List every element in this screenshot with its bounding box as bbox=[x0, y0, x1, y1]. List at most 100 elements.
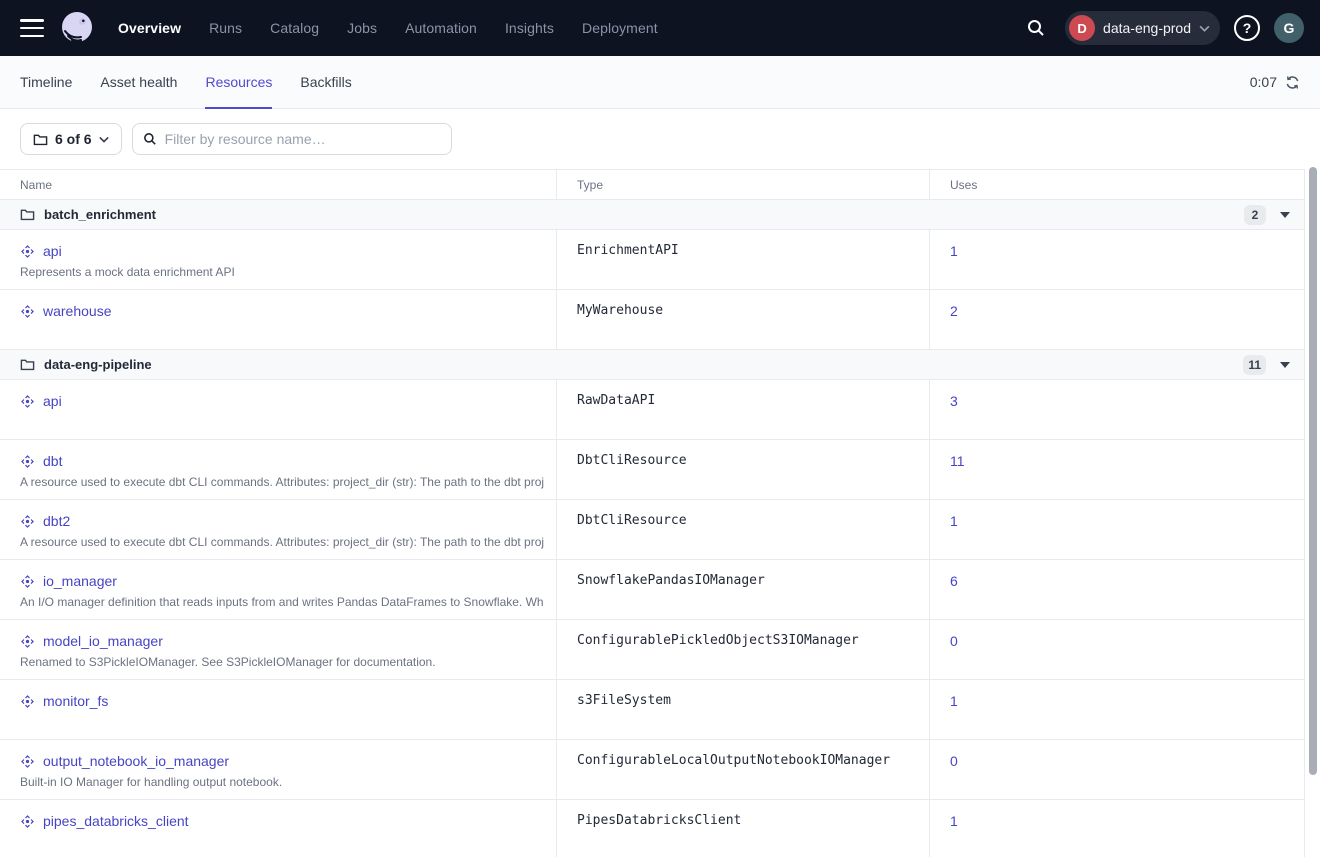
resource-name-link[interactable]: api bbox=[43, 393, 62, 409]
nav-item-catalog[interactable]: Catalog bbox=[270, 20, 319, 36]
table-row: warehouse MyWarehouse 2 bbox=[0, 290, 1304, 350]
resource-uses-link[interactable]: 3 bbox=[950, 393, 958, 409]
column-header-uses: Uses bbox=[930, 170, 1304, 199]
tab-backfills[interactable]: Backfills bbox=[300, 57, 351, 109]
resource-name-link[interactable]: dbt bbox=[43, 453, 62, 469]
resource-name-link[interactable]: pipes_databricks_client bbox=[43, 813, 189, 829]
group-row-batch-enrichment[interactable]: batch_enrichment 2 bbox=[0, 200, 1304, 230]
tab-timeline[interactable]: Timeline bbox=[20, 57, 72, 109]
folder-icon bbox=[33, 132, 48, 147]
help-icon[interactable]: ? bbox=[1234, 15, 1260, 41]
resource-description: Renamed to S3PickleIOManager. See S3Pick… bbox=[20, 655, 544, 669]
resource-description: An I/O manager definition that reads inp… bbox=[20, 595, 544, 609]
nav-item-automation[interactable]: Automation bbox=[405, 20, 477, 36]
resource-type: ConfigurablePickledObjectS3IOManager bbox=[557, 620, 930, 679]
group-name: data-eng-pipeline bbox=[44, 357, 152, 372]
table-row: model_io_manager Renamed to S3PickleIOMa… bbox=[0, 620, 1304, 680]
resource-description: Built-in IO Manager for handling output … bbox=[20, 775, 544, 789]
resource-icon bbox=[20, 754, 35, 769]
refresh-icon[interactable] bbox=[1285, 75, 1300, 90]
scrollbar-thumb[interactable] bbox=[1309, 167, 1317, 775]
resources-table: Name Type Uses batch_enrichment 2 api Re… bbox=[0, 169, 1305, 857]
resource-icon bbox=[20, 574, 35, 589]
resource-name-link[interactable]: monitor_fs bbox=[43, 693, 108, 709]
table-row: output_notebook_io_manager Built-in IO M… bbox=[0, 740, 1304, 800]
resource-type: DbtCliResource bbox=[557, 440, 930, 499]
resource-uses-link[interactable]: 0 bbox=[950, 753, 958, 769]
chevron-down-icon bbox=[99, 136, 109, 143]
top-nav: Overview Runs Catalog Jobs Automation In… bbox=[0, 0, 1320, 56]
vertical-scrollbar bbox=[1307, 167, 1319, 857]
table-row: api Represents a mock data enrichment AP… bbox=[0, 230, 1304, 290]
resource-name-link[interactable]: warehouse bbox=[43, 303, 112, 319]
folder-icon bbox=[20, 357, 35, 372]
resource-uses-link[interactable]: 11 bbox=[950, 453, 965, 469]
resource-type: ConfigurableLocalOutputNotebookIOManager bbox=[557, 740, 930, 799]
nav-item-deployment[interactable]: Deployment bbox=[582, 20, 658, 36]
nav-item-overview[interactable]: Overview bbox=[118, 20, 181, 36]
repo-scope-label: 6 of 6 bbox=[55, 131, 92, 147]
tab-bar: Timeline Asset health Resources Backfill… bbox=[0, 56, 1320, 109]
resource-name-link[interactable]: dbt2 bbox=[43, 513, 70, 529]
table-row: api RawDataAPI 3 bbox=[0, 380, 1304, 440]
resource-name-link[interactable]: model_io_manager bbox=[43, 633, 163, 649]
resource-icon bbox=[20, 454, 35, 469]
workspace-switcher[interactable]: D data-eng-prod bbox=[1065, 11, 1220, 45]
resource-search bbox=[132, 123, 452, 155]
tab-asset-health[interactable]: Asset health bbox=[100, 57, 177, 109]
resource-description: Represents a mock data enrichment API bbox=[20, 265, 544, 279]
resource-icon bbox=[20, 694, 35, 709]
column-header-name: Name bbox=[0, 170, 557, 199]
resource-uses-link[interactable]: 1 bbox=[950, 243, 958, 259]
resource-uses-link[interactable]: 2 bbox=[950, 303, 958, 319]
group-row-data-eng-pipeline[interactable]: data-eng-pipeline 11 bbox=[0, 350, 1304, 380]
resource-description: A resource used to execute dbt CLI comma… bbox=[20, 475, 544, 489]
resource-icon bbox=[20, 304, 35, 319]
user-avatar[interactable]: G bbox=[1274, 13, 1304, 43]
folder-icon bbox=[20, 207, 35, 222]
group-name: batch_enrichment bbox=[44, 207, 156, 222]
refresh-countdown: 0:07 bbox=[1250, 74, 1277, 90]
search-icon[interactable] bbox=[1021, 13, 1051, 43]
resource-type: DbtCliResource bbox=[557, 500, 930, 559]
resource-icon bbox=[20, 514, 35, 529]
table-row: dbt2 A resource used to execute dbt CLI … bbox=[0, 500, 1304, 560]
column-header-type: Type bbox=[557, 170, 930, 199]
collapse-caret-icon[interactable] bbox=[1280, 212, 1290, 218]
table-row: io_manager An I/O manager definition tha… bbox=[0, 560, 1304, 620]
resource-uses-link[interactable]: 0 bbox=[950, 633, 958, 649]
hamburger-menu-icon[interactable] bbox=[20, 19, 44, 37]
resource-description: A resource used to execute dbt CLI comma… bbox=[20, 535, 544, 549]
resource-icon bbox=[20, 814, 35, 829]
dagster-logo-icon[interactable] bbox=[58, 9, 96, 47]
collapse-caret-icon[interactable] bbox=[1280, 362, 1290, 368]
resource-uses-link[interactable]: 6 bbox=[950, 573, 958, 589]
nav-item-jobs[interactable]: Jobs bbox=[347, 20, 377, 36]
resource-name-link[interactable]: api bbox=[43, 243, 62, 259]
resource-search-input[interactable] bbox=[165, 131, 441, 147]
resource-icon bbox=[20, 394, 35, 409]
resource-uses-link[interactable]: 1 bbox=[950, 693, 958, 709]
resource-type: PipesDatabricksClient bbox=[557, 800, 930, 857]
nav-item-runs[interactable]: Runs bbox=[209, 20, 242, 36]
resource-type: EnrichmentAPI bbox=[557, 230, 930, 289]
resource-uses-link[interactable]: 1 bbox=[950, 513, 958, 529]
resource-type: RawDataAPI bbox=[557, 380, 930, 439]
resource-uses-link[interactable]: 1 bbox=[950, 813, 958, 829]
resource-name-link[interactable]: output_notebook_io_manager bbox=[43, 753, 229, 769]
workspace-name: data-eng-prod bbox=[1103, 20, 1191, 36]
resource-name-link[interactable]: io_manager bbox=[43, 573, 117, 589]
resource-icon bbox=[20, 634, 35, 649]
resource-type: s3FileSystem bbox=[557, 680, 930, 739]
resource-icon bbox=[20, 244, 35, 259]
primary-nav: Overview Runs Catalog Jobs Automation In… bbox=[118, 20, 658, 36]
tab-resources[interactable]: Resources bbox=[205, 57, 272, 109]
group-count-badge: 2 bbox=[1244, 205, 1266, 225]
table-header: Name Type Uses bbox=[0, 170, 1304, 200]
table-row: monitor_fs s3FileSystem 1 bbox=[0, 680, 1304, 740]
repo-scope-dropdown[interactable]: 6 of 6 bbox=[20, 123, 122, 155]
nav-item-insights[interactable]: Insights bbox=[505, 20, 554, 36]
table-row: pipes_databricks_client PipesDatabricksC… bbox=[0, 800, 1304, 857]
table-row: dbt A resource used to execute dbt CLI c… bbox=[0, 440, 1304, 500]
group-count-badge: 11 bbox=[1243, 355, 1266, 375]
